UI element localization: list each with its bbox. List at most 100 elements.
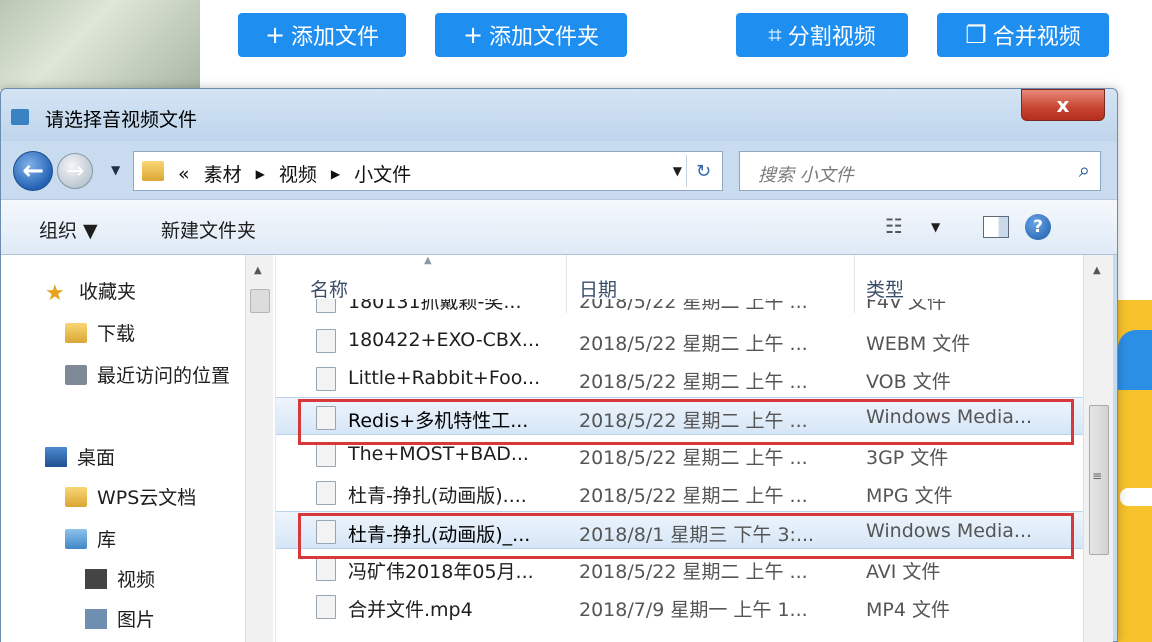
breadcrumb: « 素材 ▶ 视频 ▶ 小文件 [178, 160, 411, 187]
breadcrumb-overflow[interactable]: « [178, 163, 190, 185]
nav-libraries[interactable]: 库 [65, 525, 116, 552]
picture-library-icon [85, 608, 107, 629]
nav-wps-cloud[interactable]: WPS云文档 [65, 483, 196, 510]
file-type: 3GP 文件 [866, 447, 949, 469]
search-box[interactable]: 搜索 小文件 ⌕ [739, 151, 1101, 191]
recent-places-icon [65, 364, 87, 385]
address-bar[interactable]: « 素材 ▶ 视频 ▶ 小文件 ▼ ↻ [133, 151, 723, 191]
back-arrow-icon: ← [22, 156, 44, 186]
nav-recent-places[interactable]: 最近访问的位置 [65, 361, 230, 388]
file-row[interactable]: Little+Rabbit+Foo... 2018/5/22 星期二 上午 ..… [276, 359, 1083, 397]
column-header-name[interactable]: 名称 [310, 275, 348, 302]
file-name: 杜青-挣扎(动画版).... [348, 485, 527, 507]
mp4-file-icon [316, 595, 336, 619]
file-type: WEBM 文件 [866, 333, 971, 355]
help-icon[interactable]: ? [1025, 214, 1051, 240]
file-row[interactable]: 冯矿伟2018年05月... 2018/5/22 星期二 上午 ... AVI … [276, 549, 1083, 587]
file-list-scrollbar[interactable]: ▲ ≡ [1083, 255, 1113, 642]
dialog-titlebar[interactable]: 请选择音视频文件 x [1, 89, 1117, 141]
scrollbar-thumb[interactable] [250, 289, 270, 313]
file-name: 冯矿伟2018年05月... [348, 561, 534, 583]
nav-favorites-label: 收藏夹 [79, 281, 137, 303]
app-icon [11, 109, 29, 125]
refresh-button[interactable]: ↻ [686, 155, 720, 187]
back-button[interactable]: ← [13, 151, 53, 191]
add-folder-label: 添加文件夹 [489, 25, 600, 50]
plus-icon: + [462, 21, 484, 49]
organize-menu[interactable]: 组织 ▼ [39, 216, 98, 243]
file-row-selected[interactable]: 杜青-挣扎(动画版)_... 2018/8/1 星期三 下午 3:... Win… [276, 511, 1083, 549]
file-type: VOB 文件 [866, 371, 951, 393]
nav-desktop[interactable]: 桌面 [45, 443, 115, 470]
file-row[interactable]: 合并文件.mp4 2018/7/9 星期一 上午 1... MP4 文件 [276, 587, 1083, 625]
file-date: 2018/5/22 星期二 上午 ... [579, 485, 808, 507]
new-folder-button[interactable]: 新建文件夹 [161, 216, 256, 243]
crop-icon: ⌗ [768, 21, 782, 49]
file-type: MPG 文件 [866, 485, 953, 507]
file-name: 杜青-挣扎(动画版)_... [348, 524, 531, 546]
preview-pane-icon[interactable] [983, 216, 1009, 238]
nav-pictures-label: 图片 [117, 609, 156, 631]
breadcrumb-item[interactable]: 视频 [279, 160, 317, 187]
file-row-selected[interactable]: Redis+多机特性工... 2018/5/22 星期二 上午 ... Wind… [276, 397, 1083, 435]
close-button[interactable]: x [1021, 89, 1105, 121]
file-name: 180131抓戴颖-奖... [348, 299, 522, 313]
nav-videos-label: 视频 [117, 569, 156, 591]
scroll-up-icon[interactable]: ▲ [1093, 265, 1101, 276]
file-date: 2018/5/22 星期二 上午 ... [579, 447, 808, 469]
scroll-up-icon[interactable]: ▲ [254, 265, 262, 276]
folder-icon [65, 486, 87, 507]
background-decoration-white [1120, 488, 1152, 506]
navigation-pane: ★ 收藏夹 下载 最近访问的位置 桌面 WPS云文档 库 视频 图片 ▲ [1, 255, 275, 642]
search-icon[interactable]: ⌕ [1079, 158, 1090, 182]
add-file-button[interactable]: + 添加文件 [238, 13, 406, 57]
folder-icon [142, 161, 164, 181]
nav-pictures[interactable]: 图片 [85, 605, 155, 632]
file-date: 2018/5/22 星期二 上午 ... [579, 410, 808, 432]
navigation-row: ← → ▼ « 素材 ▶ 视频 ▶ 小文件 ▼ ↻ 搜索 小文件 ⌕ [1, 141, 1117, 199]
recent-locations-dropdown[interactable]: ▼ [111, 163, 120, 177]
column-header-date[interactable]: 日期 [579, 275, 617, 302]
nav-favorites[interactable]: ★ 收藏夹 [45, 277, 137, 306]
downloads-folder-icon [65, 322, 87, 343]
breadcrumb-separator-icon[interactable]: ▶ [331, 167, 340, 181]
file-date: 2018/5/22 星期二 上午 ... [579, 299, 808, 313]
file-type: F4V 文件 [866, 299, 947, 313]
breadcrumb-item[interactable]: 素材 [204, 160, 242, 187]
add-file-label: 添加文件 [291, 25, 380, 50]
nav-downloads[interactable]: 下载 [65, 319, 135, 346]
wmv-file-icon [316, 520, 336, 544]
background-image [0, 0, 200, 90]
add-folder-button[interactable]: + 添加文件夹 [435, 13, 627, 57]
forward-button[interactable]: → [57, 153, 93, 189]
view-options-icon[interactable]: ☷ [885, 214, 903, 238]
file-date: 2018/5/22 星期二 上午 ... [579, 561, 808, 583]
nav-recent-label: 最近访问的位置 [97, 365, 231, 387]
forward-arrow-icon: → [65, 158, 85, 184]
file-row[interactable]: 180422+EXO-CBX... 2018/5/22 星期二 上午 ... W… [276, 321, 1083, 359]
file-row[interactable]: The+MOST+BAD... 2018/5/22 星期二 上午 ... 3GP… [276, 435, 1083, 473]
file-name: 180422+EXO-CBX... [348, 329, 541, 351]
flv-file-icon [316, 299, 336, 313]
file-row[interactable]: 杜青-挣扎(动画版).... 2018/5/22 星期二 上午 ... MPG … [276, 473, 1083, 511]
scrollbar-grip-icon: ≡ [1092, 469, 1103, 483]
breadcrumb-separator-icon[interactable]: ▶ [256, 167, 265, 181]
file-date: 2018/5/22 星期二 上午 ... [579, 371, 808, 393]
file-row[interactable]: 180131抓戴颖-奖... 2018/5/22 星期二 上午 ... F4V … [276, 299, 1083, 319]
background-decoration-blue [1118, 330, 1152, 390]
column-header-type[interactable]: 类型 [866, 275, 904, 302]
file-type: AVI 文件 [866, 561, 941, 583]
nav-libraries-label: 库 [97, 529, 117, 551]
file-type: Windows Media... [866, 406, 1033, 428]
nav-pane-scrollbar[interactable]: ▲ [245, 255, 273, 642]
nav-videos[interactable]: 视频 [85, 565, 155, 592]
video-library-icon [85, 568, 107, 589]
split-video-button[interactable]: ⌗ 分割视频 [736, 13, 908, 57]
search-placeholder: 搜索 小文件 [758, 165, 854, 186]
address-dropdown-icon[interactable]: ▼ [673, 164, 682, 178]
view-dropdown-icon[interactable]: ▼ [931, 220, 940, 234]
breadcrumb-item[interactable]: 小文件 [354, 160, 411, 187]
merge-video-button[interactable]: ❐ 合并视频 [937, 13, 1109, 57]
merge-icon: ❐ [965, 21, 987, 49]
nav-wps-label: WPS云文档 [97, 487, 197, 509]
